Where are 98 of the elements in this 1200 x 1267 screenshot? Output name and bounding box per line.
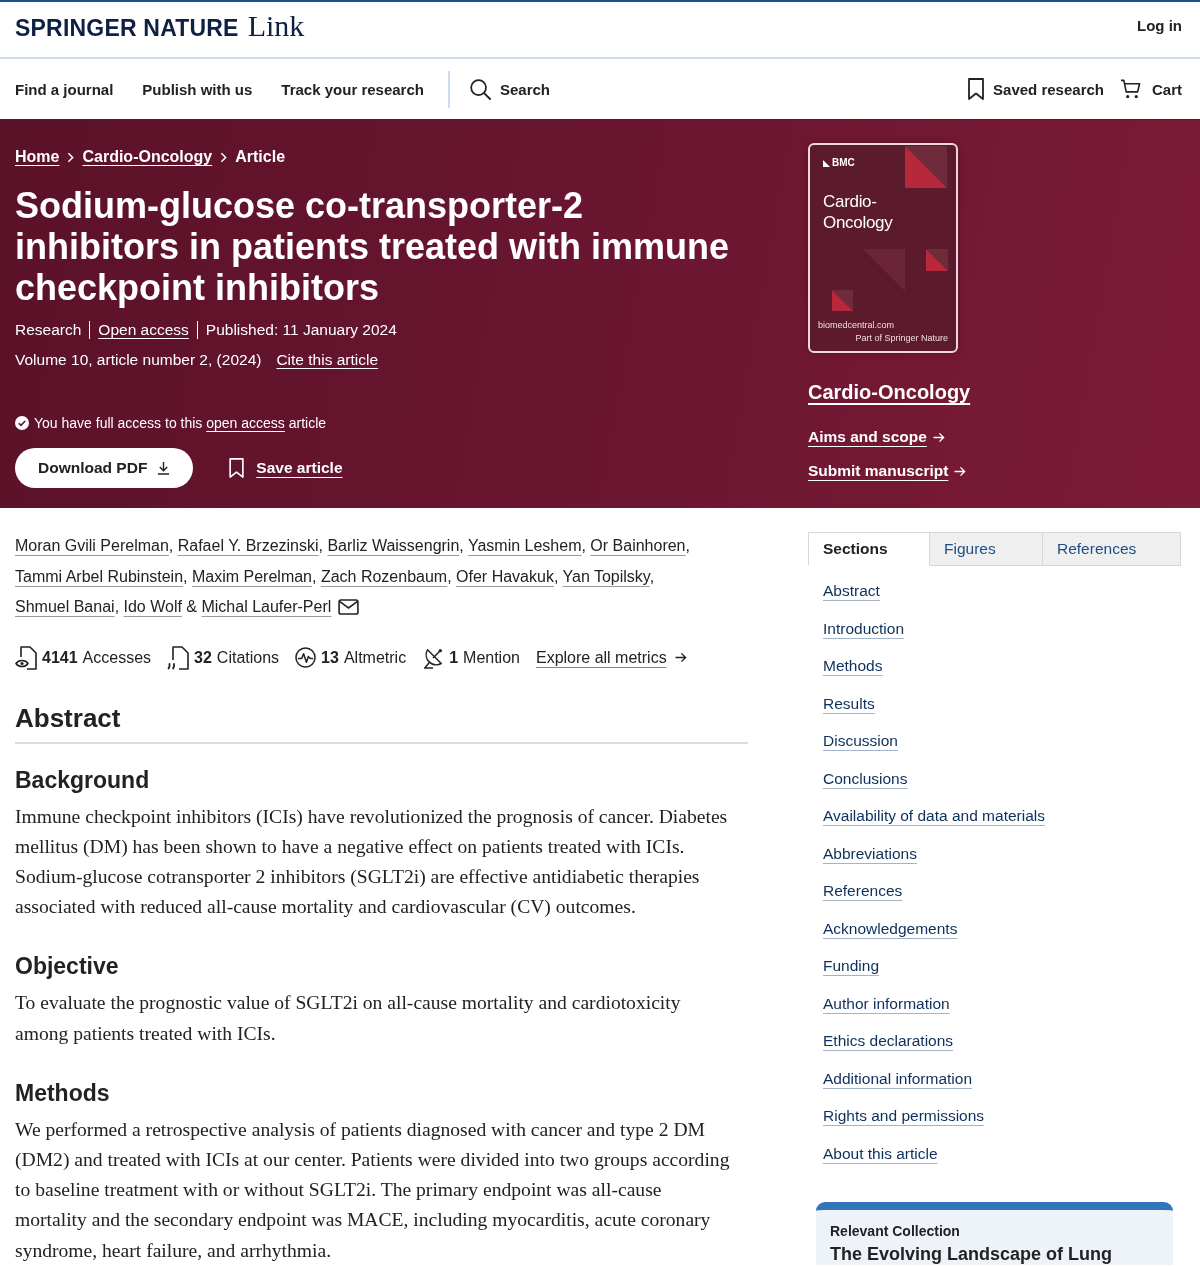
chevron-right-icon: [220, 151, 228, 163]
collection-label: Relevant Collection: [830, 1221, 961, 1240]
diagonal-square-decoration: [905, 146, 947, 188]
metric-count: 32: [194, 648, 212, 667]
author-link[interactable]: Michal Laufer-Perl: [201, 598, 332, 615]
section-link[interactable]: Conclusions: [823, 766, 908, 791]
breadcrumb-link[interactable]: Home: [15, 145, 60, 169]
arrow-right-icon: [954, 465, 967, 477]
arrow-right-icon: [674, 652, 687, 663]
diagonal-square-decoration: [926, 249, 948, 271]
save-article-button[interactable]: Save article: [229, 458, 343, 478]
login-link[interactable]: Log in: [1137, 17, 1182, 34]
logo-mark-icon: [823, 159, 830, 167]
diagonal-square-decoration: [832, 290, 853, 311]
cover-footer-text: biomedcentral.com: [818, 319, 895, 331]
section-link[interactable]: Funding: [823, 954, 879, 978]
cover-footer-text: Part of Springer Nature: [855, 332, 948, 344]
cart-link[interactable]: Cart: [1120, 79, 1182, 99]
abstract-paragraph: Immune checkpoint inhibitors (ICIs) have revolutionized the prognosis of cancer. Diabetes mellitus (DM) has been shown to have a negative effect on patients treated with ICIs. Sodium-glucose cotransporter 2 inhibitors (SGLT2i) are effective antidiabetic therapies associated with reduced all-cause mortality and cardiovascular (CV) outcomes.: [15, 804, 729, 920]
download-pdf-button[interactable]: Download PDF: [15, 448, 194, 488]
section-link[interactable]: Abstract: [823, 579, 880, 603]
saved-research-link[interactable]: Saved research: [968, 78, 1104, 100]
subsection-heading: Objective: [15, 952, 120, 982]
arrow-right-icon: [932, 431, 945, 443]
section-link[interactable]: References: [823, 879, 903, 903]
site-logo[interactable]: SPRINGER NATURE Link: [15, 8, 305, 43]
nav-link[interactable]: Track your research: [281, 80, 424, 98]
chevron-right-icon: [67, 151, 75, 163]
author-link[interactable]: Ido Wolf: [123, 598, 182, 615]
check-circle-icon: [15, 416, 29, 430]
document-eye-icon: [15, 645, 37, 670]
section-link[interactable]: Author information: [823, 991, 950, 1016]
search-button[interactable]: Search: [469, 78, 550, 100]
section-link[interactable]: Additional information: [823, 1066, 973, 1091]
section-link[interactable]: Discussion: [823, 729, 898, 753]
metric-label: Altmetric: [343, 648, 407, 667]
journal-name-link[interactable]: Cardio-Oncology: [808, 378, 971, 406]
metric-label: Mention: [463, 648, 520, 667]
cart-icon: [1120, 79, 1141, 99]
metric-label: Accesses: [82, 648, 152, 667]
section-heading: Abstract: [15, 701, 748, 744]
sidebar-tab[interactable]: Sections: [808, 532, 930, 566]
metric-count: 4141: [42, 648, 78, 667]
author-link[interactable]: Shmuel Banai: [15, 598, 115, 615]
article-meta: Published: 11 January 2024: [196, 321, 397, 339]
sidebar-tab[interactable]: References: [1043, 532, 1181, 566]
pulse-circle-icon: [295, 647, 317, 668]
search-icon: [469, 78, 491, 100]
author-list: Moran Gvili Perelman, Rafael Y. Brzezinski, Barliz Waissengrin, Yasmin Leshem, Or Bainhoren, Tammi Arbel Rubinstein, Maxim Perelman, Zach Rozenbaum, Ofer Havakuk, Yan Topilsky, Shmuel Banai, Ido Wolf & Michal Laufer-Perl: [15, 531, 748, 623]
section-link[interactable]: About this article: [823, 1141, 938, 1166]
nav-link[interactable]: Find a journal: [15, 80, 114, 98]
satellite-dish-icon: [422, 646, 445, 669]
download-icon: [157, 461, 171, 475]
breadcrumb-current: Article: [235, 147, 286, 167]
author-link[interactable]: Barliz Waissengrin: [327, 537, 460, 554]
open-access-link[interactable]: open access: [206, 415, 285, 431]
section-link[interactable]: Rights and permissions: [823, 1104, 985, 1128]
cite-link[interactable]: Cite this article: [276, 351, 379, 369]
access-notice: You have full access to this open access article: [34, 414, 327, 433]
metric-label: Citations: [216, 648, 280, 667]
article-title: Sodium-glucose co-transporter-2 inhibitors in patients treated with immune checkpoint inhibitors: [15, 185, 731, 308]
article-meta: Research: [15, 321, 82, 339]
abstract-paragraph: We performed a retrospective analysis of patients diagnosed with cancer and type 2 DM (DM2) and treated with ICIs at our center. Patients were divided into two groups according to baseline treatment with or without SGLT2i. The primary endpoint was all-cause mortality and the secondary endpoint was MACE, including myocarditis, acute coronary syndrome, heart failure, and arrhythmia.: [15, 1117, 731, 1263]
document-quote-icon: [167, 645, 190, 670]
metric-count: 1: [449, 648, 459, 667]
metric-count: 13: [321, 648, 339, 667]
bookmark-icon: [968, 78, 985, 100]
author-link[interactable]: Maxim Perelman: [191, 567, 312, 585]
cover-title: Cardio-Oncology: [823, 191, 894, 233]
abstract-paragraph: To evaluate the prognostic value of SGLT2i on all-cause mortality and cardiotoxicity among patients treated with ICIs.: [15, 991, 682, 1046]
author-link[interactable]: Moran Gvili Perelman: [15, 537, 169, 554]
author-link[interactable]: Rafael Y. Brzezinski: [177, 537, 319, 554]
section-link[interactable]: Ethics declarations: [823, 1029, 954, 1053]
section-link[interactable]: Results: [823, 691, 875, 716]
author-link[interactable]: Zach Rozenbaum: [320, 567, 448, 585]
sidebar-tab[interactable]: Figures: [930, 532, 1043, 566]
author-link[interactable]: Tammi Arbel Rubinstein: [15, 567, 184, 585]
author-link[interactable]: Yan Topilsky: [562, 567, 650, 585]
author-link[interactable]: Yasmin Leshem: [467, 537, 582, 554]
section-link[interactable]: Acknowledgements: [823, 916, 958, 941]
section-link[interactable]: Availability of data and materials: [823, 804, 1045, 828]
open-access-link[interactable]: Open access: [89, 321, 189, 339]
author-link[interactable]: Ofer Havakuk: [456, 567, 554, 585]
bookmark-icon: [229, 458, 245, 478]
collection-title[interactable]: The Evolving Landscape of Lung: [830, 1242, 1159, 1265]
subsection-heading: Methods: [15, 1078, 111, 1108]
explore-metrics-link[interactable]: Explore all metrics: [535, 648, 687, 667]
citation-text: Volume 10, article number 2, (2024): [15, 351, 262, 369]
subsection-heading: Background: [15, 765, 151, 795]
journal-link[interactable]: Submit manuscript: [808, 459, 967, 483]
journal-link[interactable]: Aims and scope: [808, 425, 945, 449]
section-link[interactable]: Abbreviations: [823, 841, 917, 866]
author-link[interactable]: Or Bainhoren: [590, 537, 686, 554]
nav-link[interactable]: Publish with us: [142, 80, 253, 98]
section-link[interactable]: Introduction: [823, 616, 904, 641]
section-link[interactable]: Methods: [823, 654, 883, 678]
breadcrumb-link[interactable]: Cardio-Oncology: [82, 145, 213, 169]
cover-publisher: BMC: [832, 157, 855, 169]
